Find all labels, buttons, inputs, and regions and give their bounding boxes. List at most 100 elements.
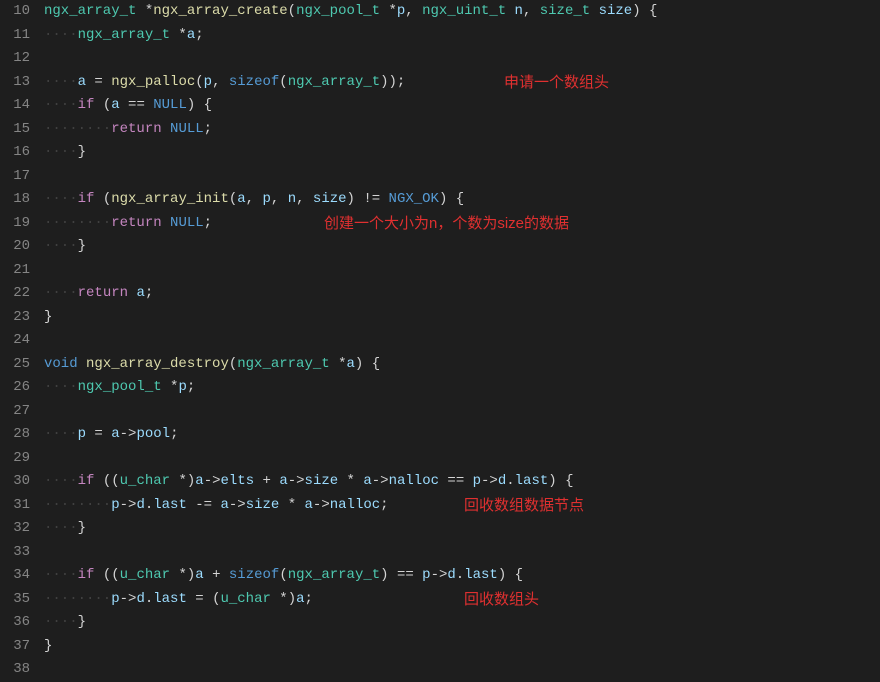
token-kwr: if (78, 191, 95, 207)
token-pn: ; (170, 426, 178, 442)
code-line[interactable] (44, 329, 872, 353)
token-op: * (338, 473, 363, 489)
token-pn: , (246, 191, 263, 207)
code-line[interactable]: ····ngx_pool_t *p; (44, 376, 872, 400)
code-line[interactable]: ngx_array_t *ngx_array_create(ngx_pool_t… (44, 0, 872, 24)
token-fn: ngx_palloc (111, 74, 195, 90)
code-line[interactable]: ········p->d.last = (u_char *)a; (44, 588, 872, 612)
token-op: *) (170, 567, 195, 583)
code-line[interactable]: ····} (44, 611, 872, 635)
token-op (506, 3, 514, 19)
token-kw: sizeof (229, 567, 279, 583)
code-line[interactable] (44, 658, 872, 682)
token-id: last (153, 497, 187, 513)
token-id: p (78, 426, 86, 442)
code-editor[interactable]: 1011121314151617181920212223242526272829… (0, 0, 880, 658)
line-number: 16 (8, 141, 30, 165)
code-line[interactable]: void ngx_array_destroy(ngx_array_t *a) { (44, 353, 872, 377)
code-line[interactable]: ····a = ngx_palloc(p, sizeof(ngx_array_t… (44, 71, 872, 95)
token-ty: u_char (120, 567, 170, 583)
token-id: p (262, 191, 270, 207)
token-ty: ngx_array_t (44, 3, 136, 19)
code-line[interactable]: ····if ((u_char *)a->elts + a->size * a-… (44, 470, 872, 494)
code-line[interactable]: } (44, 635, 872, 659)
token-id: p (422, 567, 430, 583)
token-id: nalloc (330, 497, 380, 513)
token-op: * (136, 3, 153, 19)
token-op (162, 121, 170, 137)
code-area[interactable]: ngx_array_t *ngx_array_create(ngx_pool_t… (44, 0, 880, 658)
line-number: 29 (8, 447, 30, 471)
token-op: *) (170, 473, 195, 489)
token-op: + (254, 473, 279, 489)
token-id: size (305, 473, 339, 489)
line-number: 37 (8, 635, 30, 659)
token-id: a (111, 426, 119, 442)
code-line[interactable] (44, 447, 872, 471)
code-line[interactable]: ····ngx_array_t *a; (44, 24, 872, 48)
code-line[interactable]: ····if (ngx_array_init(a, p, n, size) !=… (44, 188, 872, 212)
token-op: . (456, 567, 464, 583)
token-id: d (136, 591, 144, 607)
token-id: a (346, 356, 354, 372)
code-line[interactable]: ····} (44, 235, 872, 259)
token-pn: ; (145, 285, 153, 301)
code-line[interactable]: ····} (44, 141, 872, 165)
token-pn: } (44, 638, 52, 654)
token-op: -> (204, 473, 221, 489)
code-line[interactable]: ····if ((u_char *)a + sizeof(ngx_array_t… (44, 564, 872, 588)
code-line[interactable]: ········return NULL; (44, 118, 872, 142)
code-line[interactable]: ····if (a == NULL) { (44, 94, 872, 118)
line-number: 18 (8, 188, 30, 212)
code-line[interactable]: } (44, 306, 872, 330)
token-op: . (145, 497, 153, 513)
code-line[interactable] (44, 165, 872, 189)
code-line[interactable]: ····} (44, 517, 872, 541)
token-pn: ; (305, 591, 313, 607)
whitespace-guide: ···· (44, 473, 78, 489)
token-kw: sizeof (229, 74, 279, 90)
code-line[interactable]: ········p->d.last -= a->size * a->nalloc… (44, 494, 872, 518)
line-number: 17 (8, 165, 30, 189)
whitespace-guide: ···· (44, 27, 78, 43)
line-number-gutter: 1011121314151617181920212223242526272829… (0, 0, 44, 658)
code-line[interactable] (44, 541, 872, 565)
whitespace-guide: ········ (44, 215, 111, 231)
line-number: 11 (8, 24, 30, 48)
token-id: d (498, 473, 506, 489)
line-number: 31 (8, 494, 30, 518)
token-op: -> (120, 591, 137, 607)
code-line[interactable] (44, 47, 872, 71)
code-line[interactable] (44, 400, 872, 424)
code-line[interactable]: ····return a; (44, 282, 872, 306)
code-line[interactable] (44, 259, 872, 283)
token-op: *) (271, 591, 296, 607)
token-id: elts (221, 473, 255, 489)
annotation: 创建一个大小为n，个数为size的数据 (324, 212, 569, 236)
token-id: last (464, 567, 498, 583)
token-op (162, 215, 170, 231)
whitespace-guide: ···· (44, 74, 78, 90)
token-op: * (330, 356, 347, 372)
token-op: == (120, 97, 154, 113)
token-mc: NULL (153, 97, 187, 113)
token-pn: ) == (380, 567, 422, 583)
token-ty: ngx_array_t (237, 356, 329, 372)
token-id: size (599, 3, 633, 19)
token-pn: )); (380, 74, 405, 90)
token-mc: NULL (170, 215, 204, 231)
token-kwr: return (78, 285, 128, 301)
token-op: = (86, 426, 111, 442)
token-id: p (111, 591, 119, 607)
whitespace-guide: ···· (44, 567, 78, 583)
token-id: p (111, 497, 119, 513)
whitespace-guide: ···· (44, 191, 78, 207)
token-pn: ; (187, 379, 195, 395)
token-id: p (473, 473, 481, 489)
token-op: -> (431, 567, 448, 583)
token-pn: ( (279, 74, 287, 90)
token-pn: , (296, 191, 313, 207)
code-line[interactable]: ····p = a->pool; (44, 423, 872, 447)
token-op: -> (229, 497, 246, 513)
token-id: p (204, 74, 212, 90)
